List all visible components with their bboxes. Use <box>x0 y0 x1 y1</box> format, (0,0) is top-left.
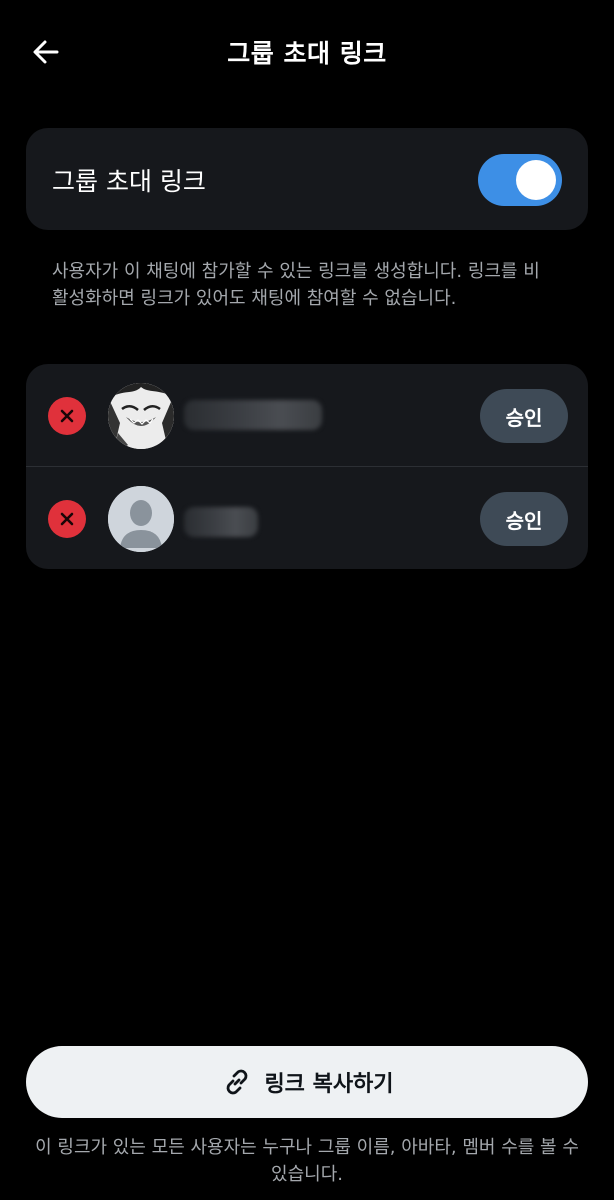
join-requests-list: 승인 승인 <box>26 364 588 569</box>
avatar <box>108 383 174 449</box>
invite-link-toggle[interactable] <box>478 154 562 206</box>
group-invite-link-screen: 그룹 초대 링크 그룹 초대 링크 사용자가 이 채팅에 참가할 수 있는 링크… <box>0 0 614 1200</box>
member-name-redacted <box>184 507 258 537</box>
close-icon <box>60 409 74 423</box>
copy-link-label: 링크 복사하기 <box>264 1072 394 1097</box>
default-avatar-icon <box>108 486 174 552</box>
toggle-knob <box>516 160 556 200</box>
invite-link-toggle-card: 그룹 초대 링크 <box>26 128 588 230</box>
footer-note: 이 링크가 있는 모든 사용자는 누구나 그룹 이름, 아바타, 멤버 수를 볼… <box>35 1137 579 1185</box>
reject-button[interactable] <box>48 500 86 538</box>
member-name-redacted <box>184 400 322 430</box>
list-item: 승인 <box>26 364 588 466</box>
copy-link-button[interactable]: 링크 복사하기 <box>26 1046 588 1118</box>
reject-button[interactable] <box>48 397 86 435</box>
header: 그룹 초대 링크 <box>0 0 614 100</box>
approve-button[interactable]: 승인 <box>480 492 568 546</box>
approve-button[interactable]: 승인 <box>480 389 568 443</box>
invite-link-description: 사용자가 이 채팅에 참가할 수 있는 링크를 생성합니다. 링크를 비활성화하… <box>52 261 540 309</box>
close-icon <box>60 512 74 526</box>
list-item: 승인 <box>26 467 588 569</box>
invite-link-toggle-label: 그룹 초대 링크 <box>52 167 206 196</box>
link-icon <box>220 1065 254 1099</box>
page-title: 그룹 초대 링크 <box>227 39 387 68</box>
